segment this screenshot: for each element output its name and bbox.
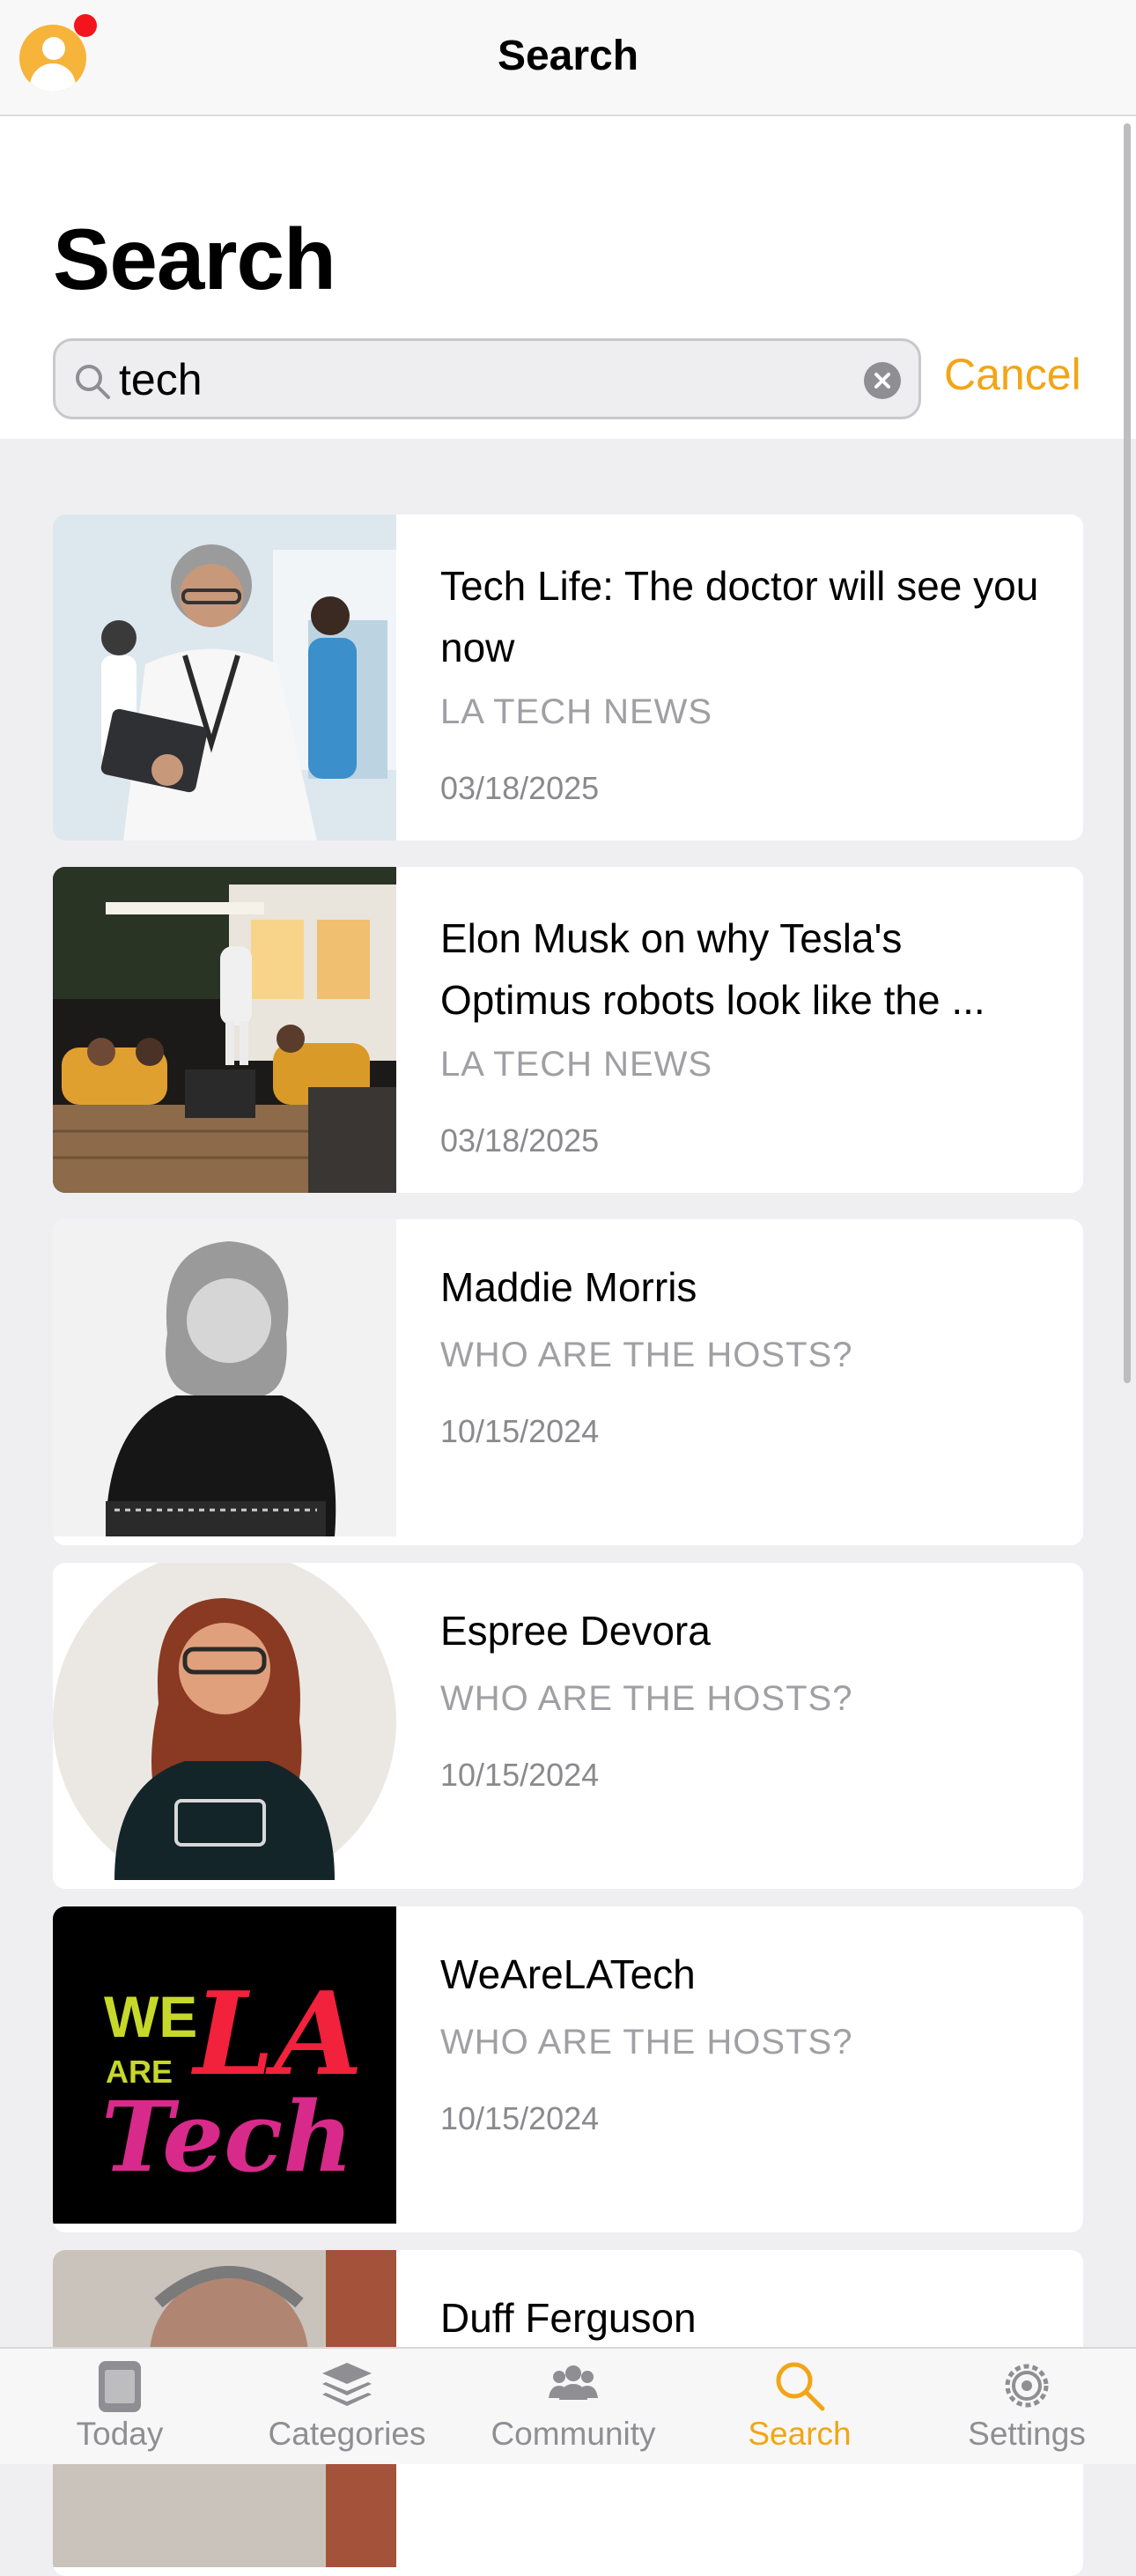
result-source: LA TECH NEWS	[440, 692, 713, 731]
tab-label: Today	[76, 2416, 164, 2452]
nav-bar: Search	[0, 0, 1136, 116]
tab-label: Search	[748, 2416, 852, 2452]
page-title: Search	[53, 211, 336, 307]
nav-title: Search	[497, 33, 639, 79]
wearelatech-logo: WE ARE LA Tech	[53, 1906, 396, 2224]
tab-label: Community	[491, 2416, 656, 2452]
search-header: Search Cancel	[0, 116, 1136, 439]
result-source: WHO ARE THE HOSTS?	[440, 1336, 853, 1374]
search-field[interactable]	[53, 338, 921, 419]
tab-bar: Today Categories Community Search Settin…	[0, 2347, 1136, 2464]
search-icon	[76, 365, 110, 399]
result-thumbnail	[53, 1563, 396, 1889]
result-card[interactable]: Maddie Morris WHO ARE THE HOSTS? 10/15/2…	[53, 1219, 1083, 1545]
svg-text:Tech: Tech	[101, 2080, 353, 2194]
result-card[interactable]: Elon Musk on why Tesla's Optimus robots …	[53, 867, 1083, 1193]
tab-label: Categories	[268, 2416, 426, 2452]
tab-categories[interactable]: Categories	[233, 2349, 461, 2464]
gear-icon	[1005, 2364, 1049, 2408]
result-card[interactable]: WE ARE LA Tech WeAreLATech WHO ARE THE H…	[53, 1906, 1083, 2232]
result-title: Duff Ferguson	[440, 2295, 697, 2341]
result-date: 10/15/2024	[440, 2100, 600, 2136]
stack-icon	[322, 2363, 372, 2406]
tab-label: Settings	[968, 2416, 1086, 2452]
result-title: Espree Devora	[440, 1608, 711, 1654]
tab-community[interactable]: Community	[460, 2349, 687, 2464]
tab-settings[interactable]: Settings	[913, 2349, 1136, 2464]
result-card[interactable]: Tech Life: The doctor will see you now L…	[53, 514, 1083, 840]
result-thumbnail	[53, 514, 396, 840]
scroll-indicator[interactable]	[1124, 123, 1131, 1383]
result-date: 10/15/2024	[440, 1413, 600, 1449]
today-icon	[99, 2361, 141, 2412]
result-source: WHO ARE THE HOSTS?	[440, 2023, 853, 2062]
svg-text:WE: WE	[104, 1984, 197, 2049]
cancel-button[interactable]: Cancel	[944, 349, 1081, 400]
result-date: 03/18/2025	[440, 770, 600, 806]
tab-today[interactable]: Today	[6, 2349, 233, 2464]
search-icon	[776, 2362, 825, 2411]
result-title: Tech Life: The doctor will see you now	[440, 563, 1039, 670]
tab-search[interactable]: Search	[686, 2349, 913, 2464]
people-icon	[549, 2365, 598, 2400]
result-source: WHO ARE THE HOSTS?	[440, 1679, 853, 1718]
result-source: LA TECH NEWS	[440, 1045, 713, 1084]
result-date: 10/15/2024	[440, 1757, 600, 1793]
result-thumbnail	[53, 867, 396, 1193]
result-title: Maddie Morris	[440, 1264, 697, 1310]
clear-search-button[interactable]	[864, 362, 901, 399]
result-date: 03/18/2025	[440, 1122, 600, 1158]
result-thumbnail	[53, 1219, 396, 1545]
clear-icon	[874, 373, 890, 389]
result-card[interactable]: Espree Devora WHO ARE THE HOSTS? 10/15/2…	[53, 1563, 1083, 1889]
result-title: WeAreLATech	[440, 1951, 696, 1997]
search-input[interactable]	[119, 352, 823, 408]
result-thumbnail: WE ARE LA Tech	[53, 1906, 396, 2232]
result-title: Elon Musk on why Tesla's Optimus robots …	[440, 915, 985, 1023]
